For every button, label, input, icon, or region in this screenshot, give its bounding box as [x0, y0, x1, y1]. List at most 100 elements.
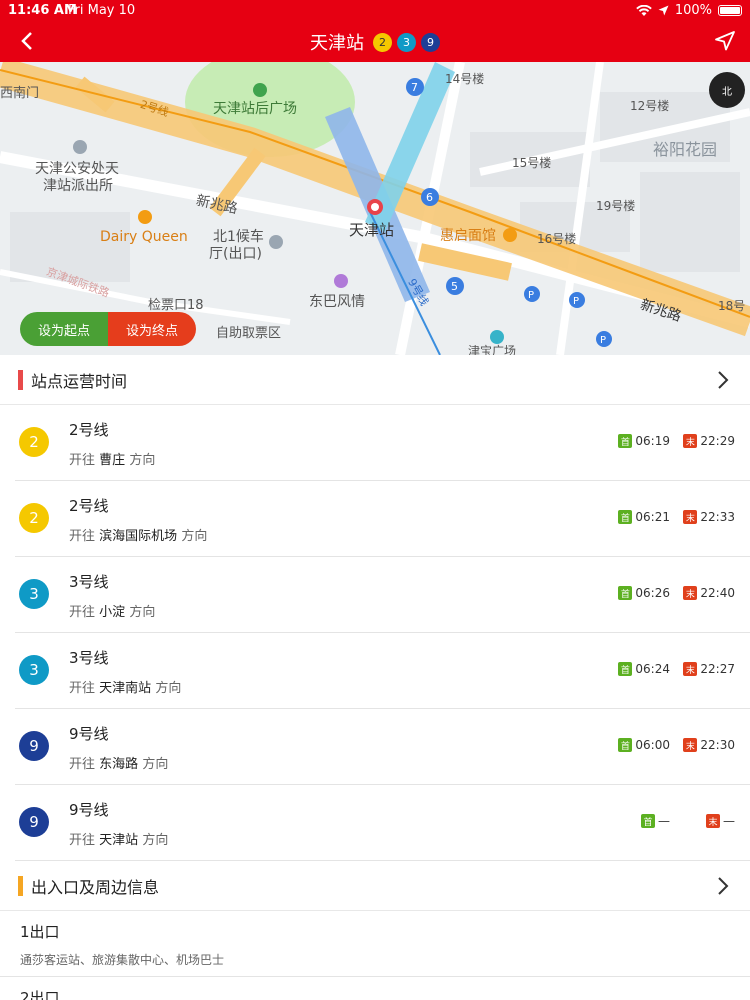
exit-item[interactable]: 2出口 [0, 977, 750, 1000]
direction-label: 方向 [181, 529, 208, 544]
line-row[interactable]: 3 3号线 开往 小淀 方向 首 06:26 末 22:40 [15, 557, 750, 633]
svg-text:P: P [528, 290, 534, 301]
set-end-button[interactable]: 设为终点 [108, 312, 196, 346]
map-label-dongba: 东巴风情 [309, 294, 365, 310]
toward-label: 开往 [69, 605, 96, 620]
last-train-tag: 末 [706, 814, 720, 828]
section-accent-bar [18, 875, 23, 896]
first-train-time: 06:19 [635, 434, 670, 448]
svg-text:5: 5 [451, 280, 458, 293]
first-train-time: 06:21 [635, 510, 670, 524]
line-direction: 开往 小淀 方向 [69, 601, 155, 620]
line-row[interactable]: 2 2号线 开往 曹庄 方向 首 06:19 末 22:29 [15, 405, 750, 481]
chevron-right-icon [718, 371, 729, 389]
service-times: 首 — 末 — [641, 814, 735, 828]
line-direction: 开往 滨海国际机场 方向 [69, 525, 207, 544]
first-train-time: — [658, 814, 670, 828]
destination: 天津站 [99, 833, 139, 848]
map-label-station: 天津站 [349, 221, 395, 239]
status-date: Fri May 10 [68, 3, 136, 18]
map-label-west-gate: 西南门 [0, 86, 40, 101]
service-times: 首 06:21 末 22:33 [618, 510, 735, 524]
line-number: 2 [29, 509, 39, 527]
service-times: 首 06:26 末 22:40 [618, 586, 735, 600]
exit-description: 通莎客运站、旅游集散中心、机场巴士 [20, 953, 225, 967]
line-number-badge: 2 [19, 427, 49, 457]
section-exits[interactable]: 出入口及周边信息 [0, 861, 750, 911]
section-title: 站点运营时间 [31, 371, 128, 391]
line-9-badge: 9 [421, 32, 440, 52]
map-label-b19: 19号楼 [596, 199, 636, 213]
line-number-badge: 9 [19, 807, 49, 837]
set-start-button[interactable]: 设为起点 [20, 312, 108, 346]
status-bar: 11:46 AM Fri May 10 100% [0, 0, 750, 22]
service-times: 首 06:24 末 22:27 [618, 662, 735, 676]
navigate-button[interactable] [714, 30, 738, 54]
line-number: 9 [29, 813, 39, 831]
first-train-tag: 首 [641, 814, 655, 828]
map-label-police-2: 津站派出所 [43, 178, 113, 194]
line-row[interactable]: 2 2号线开往 滨海国际机场 方向 首 06:21 末 22:33 [15, 481, 750, 557]
service-times: 首 06:19 末 22:29 [618, 434, 735, 448]
first-train-tag: 首 [618, 434, 633, 448]
svg-text:7: 7 [411, 81, 418, 94]
line-number: 2 [29, 433, 39, 451]
section-title: 出入口及周边信息 [31, 877, 160, 897]
battery-icon [718, 5, 742, 16]
last-train-tag: 末 [683, 662, 698, 676]
line-row[interactable]: 9 9号线 开往 东海路 方向 首 06:00 末 22:30 [15, 709, 750, 785]
map-label-dairy-queen: Dairy Queen [100, 229, 188, 245]
toward-label: 开往 [69, 529, 96, 544]
svg-text:P: P [573, 296, 579, 307]
first-train-tag: 首 [618, 738, 633, 752]
last-train-time: 22:33 [700, 510, 735, 524]
map-label-b12: 12号楼 [630, 99, 670, 113]
destination: 曹庄 [99, 453, 126, 468]
destination: 小淀 [99, 605, 126, 620]
status-time: 11:46 AM [8, 3, 77, 18]
line-number-badge: 2 [19, 503, 49, 533]
line-number: 9 [29, 737, 39, 755]
first-train-time: 06:26 [635, 586, 670, 600]
chevron-right-icon [718, 877, 729, 895]
compass-button[interactable]: 北 [709, 72, 745, 108]
line-number-badge: 3 [19, 655, 49, 685]
line-3-badge: 3 [397, 32, 416, 52]
line-row[interactable]: 9 9号线 开往 天津站 方向首 — 末 — [15, 785, 750, 861]
page-title: 天津站 [310, 33, 364, 54]
toward-label: 开往 [69, 757, 96, 772]
last-train-tag: 末 [683, 738, 698, 752]
line-list: 2 2号线 开往 曹庄 方向首 06:19 末 22:29 2 2号线 开往 滨海国际机场 方向… [0, 405, 750, 861]
section-accent-bar [18, 369, 23, 390]
line-row[interactable]: 3 3号线开往 天津南站 方向 首 06:24 末 22:27 [15, 633, 750, 709]
exit-item[interactable]: 1出口 通莎客运站、旅游集散中心、机场巴士 [0, 911, 750, 977]
direction-label: 方向 [142, 833, 169, 848]
line-direction: 开往 东海路 方向 [69, 753, 168, 772]
direction-label: 方向 [129, 605, 156, 620]
first-train-tag: 首 [618, 586, 633, 600]
status-icons: 100% [636, 3, 742, 18]
first-train-tag: 首 [618, 662, 633, 676]
line-number-badge: 3 [19, 579, 49, 609]
line-direction: 开往 天津南站 方向 [69, 677, 181, 696]
station-map[interactable]: 7 6 5 P P P 西南门 天津站后广场 2号线 天津公安处天 津站派出所 … [0, 62, 750, 355]
line-name: 2号线 [69, 497, 109, 515]
line-number: 3 [29, 661, 39, 679]
exit-name: 1出口 [20, 923, 60, 941]
map-label-bei1-exit: 厅(出口) [209, 246, 262, 262]
location-arrow-icon [658, 5, 669, 16]
direction-label: 方向 [142, 757, 169, 772]
first-train-time: 06:00 [635, 738, 670, 752]
toward-label: 开往 [69, 681, 96, 696]
last-train-time: 22:29 [700, 434, 735, 448]
exit-name: 2出口 [20, 989, 60, 1000]
first-train-tag: 首 [618, 510, 633, 524]
destination: 东海路 [99, 757, 139, 772]
line-name: 3号线 [69, 649, 109, 667]
toward-label: 开往 [69, 833, 96, 848]
section-operating-hours[interactable]: 站点运营时间 [0, 355, 750, 405]
battery-percent: 100% [674, 3, 712, 18]
line-2-badge: 2 [373, 32, 392, 52]
direction-label: 方向 [155, 681, 182, 696]
last-train-tag: 末 [683, 510, 698, 524]
